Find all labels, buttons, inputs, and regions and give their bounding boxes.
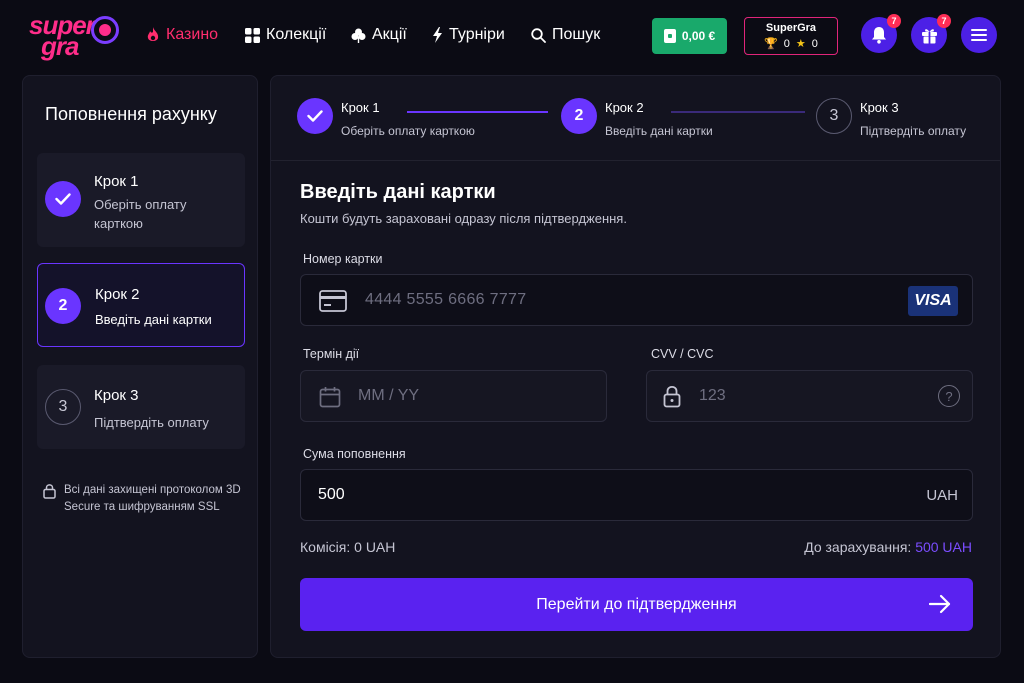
grid-icon [245, 27, 260, 43]
amount-label: Сума поповнення [303, 447, 406, 461]
cvv-help-icon[interactable]: ? [938, 385, 960, 407]
card-number-placeholder: 4444 5555 6666 7777 [365, 291, 527, 308]
stepper-connector-2 [671, 111, 805, 113]
profile-button[interactable]: SuperGra 🏆 0 ★ 0 [744, 17, 838, 55]
credit-summary: До зарахування: 500 UAH [804, 539, 972, 555]
submit-button-label: Перейти до підтвердження [536, 595, 737, 613]
amount-value: 500 [318, 486, 345, 503]
stepper-step-2-number: 2 [561, 98, 597, 134]
cvv-label: CVV / CVC [651, 347, 714, 361]
nav-promotions-label: Акції [372, 26, 407, 43]
stepper-step-3[interactable]: 3 Крок 3 Підтвердіть оплату [816, 98, 966, 138]
stepper-connector-1 [407, 111, 548, 113]
step-2-number: 2 [45, 288, 81, 324]
cvv-placeholder: 123 [699, 387, 726, 404]
progress-stepper: Крок 1 Оберіть оплату карткою 2 Крок 2 В… [271, 76, 1000, 161]
stepper-step-2[interactable]: 2 Крок 2 Введіть дані картки [561, 98, 713, 138]
wallet-icon [663, 29, 676, 43]
card-number-label: Номер картки [303, 252, 383, 266]
nav-promotions[interactable]: Акції [351, 26, 407, 44]
lock-icon [43, 484, 56, 499]
bell-icon [872, 27, 886, 44]
credit-card-icon [319, 290, 347, 312]
stepper-step-2-subtitle: Введіть дані картки [605, 124, 713, 138]
gifts-badge: 7 [937, 14, 951, 28]
logo-ball-icon [91, 16, 119, 44]
deposit-steps-sidebar: Поповнення рахунку Крок 1 Оберіть оплату… [22, 75, 258, 658]
stepper-step-3-title: Крок 3 [860, 100, 899, 115]
card-number-input[interactable]: 4444 5555 6666 7777 VISA [300, 274, 973, 326]
credit-label: До зарахування: [804, 539, 912, 555]
step-1-subtitle: Оберіть оплату карткою [94, 197, 187, 231]
step-2-title: Крок 2 [95, 286, 140, 303]
stepper-check-icon [297, 98, 333, 134]
expiry-placeholder: MM / YY [358, 387, 420, 404]
star-count: 0 [811, 37, 818, 50]
arrow-right-icon [929, 594, 951, 614]
balance-amount: 0,00 € [681, 29, 716, 43]
notifications-button[interactable]: 7 [861, 14, 901, 53]
nav-tournaments-label: Турніри [449, 26, 505, 43]
profile-stats: 🏆 0 ★ 0 [745, 37, 837, 51]
star-icon: ★ [795, 38, 806, 50]
gift-icon [921, 28, 937, 43]
step-2-subtitle: Введіть дані картки [95, 312, 212, 327]
notifications-badge: 7 [887, 14, 901, 28]
lightning-icon [433, 27, 442, 43]
stepper-step-1[interactable]: Крок 1 Оберіть оплату карткою [297, 98, 475, 138]
amount-input[interactable]: 500 UAH [300, 469, 973, 521]
cvv-input[interactable]: 123 ? [646, 370, 973, 422]
security-note-text: Всі дані захищені протоколом 3D Secure т… [64, 484, 241, 513]
fee-text: Комісія: 0 UAH [300, 539, 396, 555]
lock-icon [663, 385, 681, 408]
balance-button[interactable]: 0,00 € [652, 18, 727, 54]
flame-icon [147, 27, 159, 41]
stepper-step-3-number: 3 [816, 98, 852, 134]
supergra-logo[interactable]: super gra [27, 10, 127, 61]
nav-casino-label: Казино [166, 26, 219, 43]
profile-name: SuperGra [765, 22, 817, 34]
clover-icon [351, 28, 366, 43]
sidebar-title: Поповнення рахунку [45, 104, 217, 124]
step-3-number: 3 [45, 389, 81, 425]
trophy-count: 0 [783, 37, 790, 50]
menu-button[interactable] [961, 17, 997, 53]
proceed-to-confirmation-button[interactable]: Перейти до підтвердження [300, 578, 973, 631]
top-header: super gra Казино Колекції Акції Турніри … [0, 0, 1024, 72]
credit-amount: 500 UAH [915, 539, 972, 555]
form-subtitle: Кошти будуть зараховані одразу після під… [300, 211, 627, 226]
hamburger-menu-icon [971, 29, 987, 41]
step-1-check-icon [45, 181, 81, 217]
stepper-step-3-subtitle: Підтвердіть оплату [860, 124, 967, 138]
nav-collections[interactable]: Колекції [245, 26, 326, 44]
security-note: Всі дані захищені протоколом 3D Secure т… [43, 482, 243, 516]
form-title: Введіть дані картки [300, 181, 496, 203]
calendar-icon [319, 387, 341, 408]
trophy-icon: 🏆 [764, 38, 778, 50]
sidebar-step-2[interactable]: 2 Крок 2 Введіть дані картки [37, 263, 245, 347]
card-details-panel: Крок 1 Оберіть оплату карткою 2 Крок 2 В… [270, 75, 1001, 658]
visa-logo: VISA [908, 286, 958, 316]
nav-search[interactable]: Пошук [531, 26, 600, 44]
expiry-input[interactable]: MM / YY [300, 370, 607, 422]
expiry-label: Термін дії [303, 347, 360, 361]
stepper-step-1-subtitle: Оберіть оплату карткою [341, 124, 475, 138]
sidebar-step-3[interactable]: 3 Крок 3 Підтвердіть оплату [37, 365, 245, 449]
nav-collections-label: Колекції [266, 26, 327, 43]
step-1-title: Крок 1 [94, 173, 139, 190]
nav-casino[interactable]: Казино [146, 26, 218, 44]
step-3-subtitle: Підтвердіть оплату [94, 415, 209, 430]
step-3-title: Крок 3 [94, 387, 139, 404]
logo-text-gra: gra [41, 31, 79, 61]
amount-currency: UAH [926, 487, 958, 504]
nav-tournaments[interactable]: Турніри [432, 26, 505, 44]
gifts-button[interactable]: 7 [911, 14, 951, 53]
search-icon [531, 27, 546, 43]
nav-search-label: Пошук [552, 26, 601, 43]
sidebar-step-1[interactable]: Крок 1 Оберіть оплату карткою [37, 153, 245, 247]
